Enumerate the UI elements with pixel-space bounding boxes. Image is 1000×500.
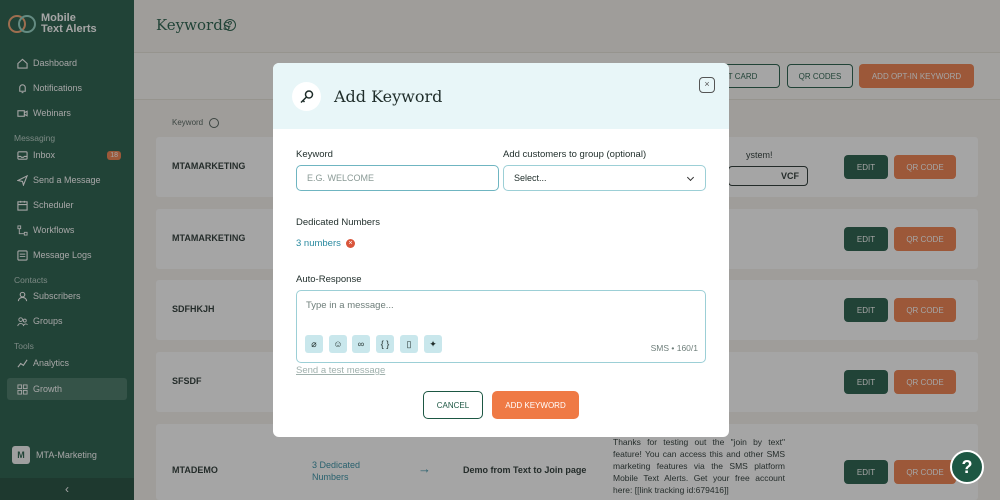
modal-header: Add Keyword × — [273, 63, 729, 129]
group-select-value: Select... — [514, 173, 547, 183]
keyword-label: Keyword — [296, 149, 333, 160]
add-keyword-modal: Add Keyword × Keyword Add customers to g… — [273, 63, 729, 437]
add-keyword-button[interactable]: ADD KEYWORD — [492, 391, 579, 419]
link-icon[interactable]: ∞ — [352, 335, 370, 353]
send-test-message-link[interactable]: Send a test message — [296, 365, 385, 376]
close-icon: × — [704, 79, 710, 89]
message-textarea[interactable]: Type in a message... ⌀ ☺ ∞ { } ▯ ✦ SMS •… — [296, 290, 706, 363]
emoji-icon[interactable]: ☺ — [329, 335, 347, 353]
close-button[interactable]: × — [699, 77, 715, 93]
key-icon — [292, 82, 321, 111]
ai-sparkle-icon[interactable]: ✦ — [424, 335, 442, 353]
auto-response-label: Auto-Response — [296, 274, 362, 285]
dedicated-numbers-label: Dedicated Numbers — [296, 217, 380, 228]
group-select[interactable]: Select... — [503, 165, 706, 191]
attachment-icon[interactable]: ⌀ — [305, 335, 323, 353]
chevron-down-icon — [686, 173, 695, 182]
help-chat-button[interactable]: ? — [950, 450, 984, 484]
question-icon: ? — [961, 456, 973, 477]
template-icon[interactable]: ▯ — [400, 335, 418, 353]
keyword-input[interactable] — [296, 165, 499, 191]
sms-counter: SMS • 160/1 — [650, 343, 698, 353]
remove-icon[interactable]: × — [346, 239, 355, 248]
cancel-button[interactable]: CANCEL — [423, 391, 483, 419]
message-placeholder: Type in a message... — [306, 300, 394, 311]
group-label: Add customers to group (optional) — [503, 149, 647, 160]
variable-icon[interactable]: { } — [376, 335, 394, 353]
modal-title: Add Keyword — [334, 87, 443, 106]
dedicated-numbers-link[interactable]: 3 numbers — [296, 238, 341, 249]
